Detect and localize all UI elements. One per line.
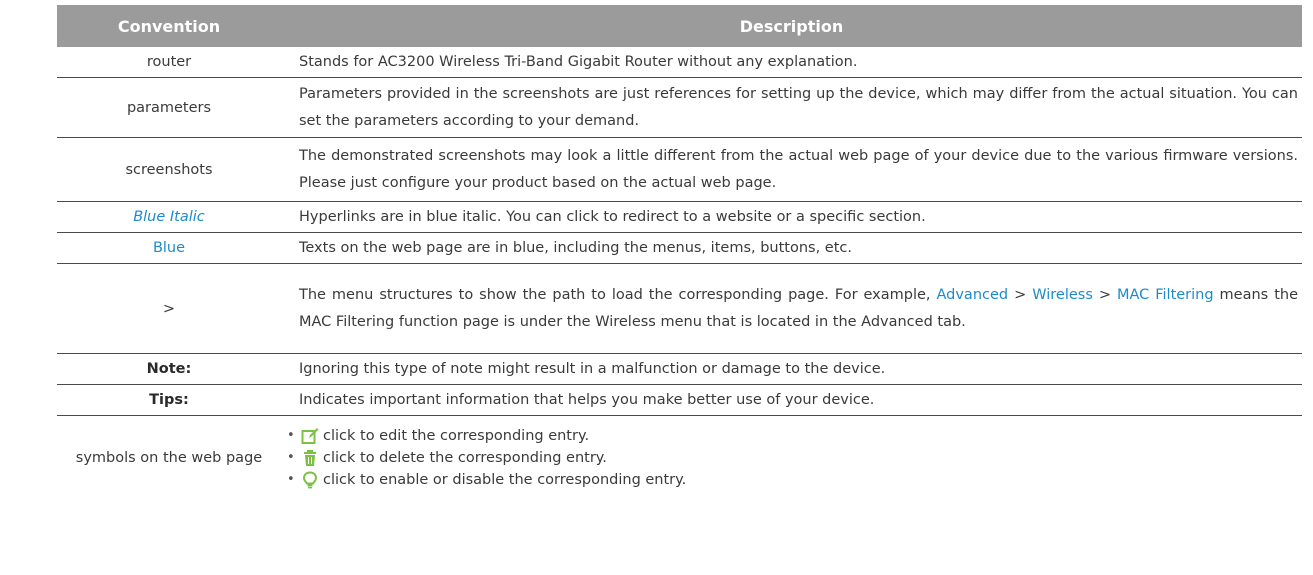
bullet: • bbox=[287, 428, 295, 443]
convention-cell: symbols on the web page bbox=[75, 450, 263, 466]
bullet: • bbox=[287, 472, 295, 487]
symbol-text: click to edit the corresponding entry. bbox=[323, 428, 590, 444]
path-separator: > bbox=[1092, 286, 1117, 303]
table-row-router: router Stands for AC3200 Wireless Tri-Ba… bbox=[57, 47, 1302, 78]
table-row-symbols: symbols on the web page • click to edit … bbox=[57, 416, 1302, 500]
description-cell: Indicates important information that hel… bbox=[299, 391, 875, 408]
convention-cell: router bbox=[146, 54, 192, 70]
list-item: • click to edit the corresponding entry. bbox=[287, 425, 686, 447]
convention-cell-tips: Tips: bbox=[149, 392, 189, 408]
header-description: Description bbox=[739, 16, 844, 36]
bullet: • bbox=[287, 450, 295, 465]
convention-cell: parameters bbox=[126, 99, 212, 116]
convention-cell: screenshots bbox=[125, 161, 213, 178]
convention-cell-blue-italic: Blue Italic bbox=[133, 209, 205, 225]
description-text: The menu structures to show the path to … bbox=[299, 282, 1298, 336]
list-item: • click to delete the corresponding entr… bbox=[287, 447, 686, 469]
symbol-text: click to enable or disable the correspon… bbox=[323, 472, 687, 488]
table-row-parameters: parameters Parameters provided in the sc… bbox=[57, 78, 1302, 138]
description-cell: Stands for AC3200 Wireless Tri-Band Giga… bbox=[299, 53, 858, 70]
table-row-blue: Blue Texts on the web page are in blue, … bbox=[57, 233, 1302, 264]
edit-icon bbox=[301, 427, 319, 445]
description-text-before: The menu structures to show the path to … bbox=[299, 286, 937, 303]
description-cell: Hyperlinks are in blue italic. You can c… bbox=[299, 208, 926, 225]
bulb-icon bbox=[301, 471, 319, 489]
description-cell: Ignoring this type of note might result … bbox=[299, 360, 886, 377]
menu-link-mac-filtering: MAC Filtering bbox=[1116, 286, 1214, 303]
trash-icon bbox=[301, 449, 319, 467]
convention-cell-blue: Blue bbox=[152, 240, 186, 256]
description-cell: • click to edit the corresponding entry.… bbox=[281, 416, 1302, 500]
header-convention: Convention bbox=[117, 16, 221, 36]
table-row-blue-italic: Blue Italic Hyperlinks are in blue itali… bbox=[57, 202, 1302, 233]
description-cell: The demonstrated screenshots may look a … bbox=[281, 138, 1302, 201]
description-text: Parameters provided in the screenshots a… bbox=[299, 85, 1298, 129]
table-row-menu-path: > The menu structures to show the path t… bbox=[57, 264, 1302, 354]
conventions-table: Convention Description router Stands for… bbox=[57, 5, 1302, 500]
convention-cell: > bbox=[162, 300, 176, 317]
menu-link-advanced: Advanced bbox=[936, 286, 1009, 303]
path-separator: > bbox=[1008, 286, 1033, 303]
description-cell: The menu structures to show the path to … bbox=[281, 264, 1302, 353]
description-text: The demonstrated screenshots may look a … bbox=[299, 147, 1298, 191]
table-row-tips: Tips: Indicates important information th… bbox=[57, 385, 1302, 416]
table-row-screenshots: screenshots The demonstrated screenshots… bbox=[57, 138, 1302, 202]
table-header: Convention Description bbox=[57, 5, 1302, 47]
description-cell: Parameters provided in the screenshots a… bbox=[281, 78, 1302, 137]
table-row-note: Note: Ignoring this type of note might r… bbox=[57, 354, 1302, 385]
convention-cell-note: Note: bbox=[146, 361, 192, 377]
symbols-list: • click to edit the corresponding entry.… bbox=[287, 425, 686, 491]
list-item: • click to enable or disable the corresp… bbox=[287, 469, 686, 491]
symbol-text: click to delete the corresponding entry. bbox=[323, 450, 607, 466]
description-cell: Texts on the web page are in blue, inclu… bbox=[299, 239, 852, 256]
menu-link-wireless: Wireless bbox=[1032, 286, 1093, 303]
